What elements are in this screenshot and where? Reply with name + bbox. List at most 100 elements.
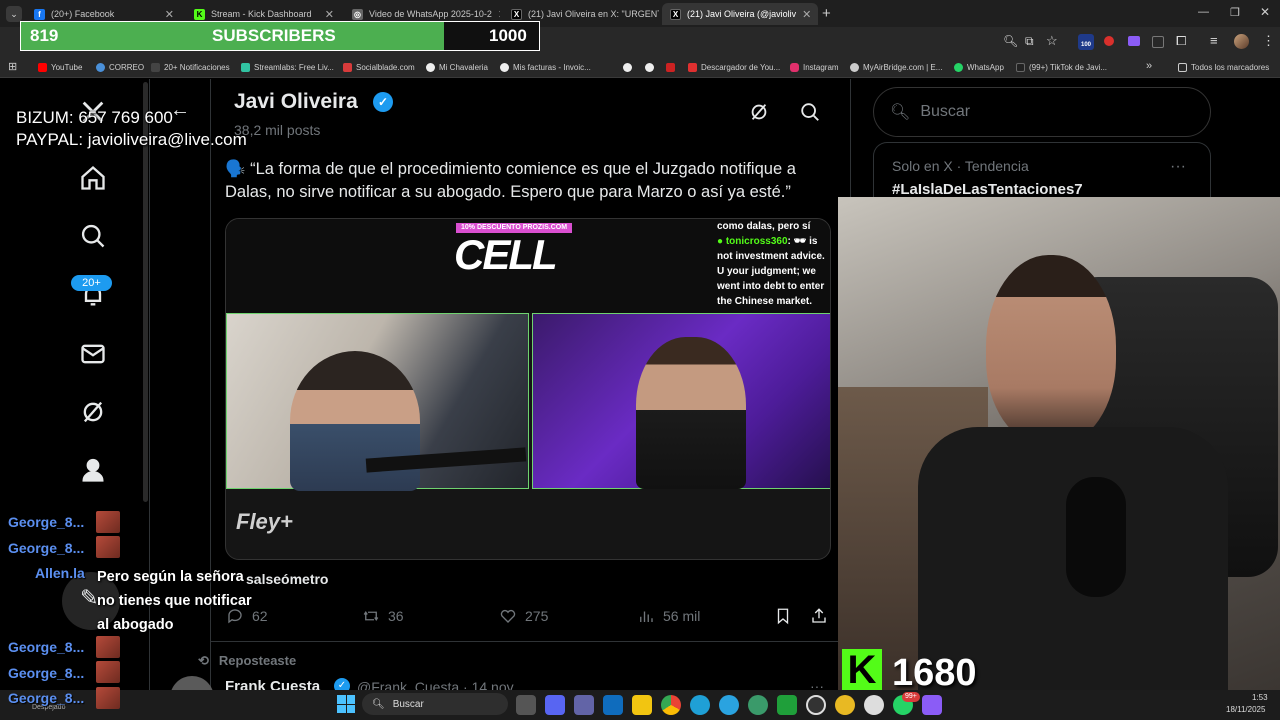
bizum-donation-text: BIZUM: 657 769 600 <box>16 108 173 127</box>
repost-icon <box>363 611 379 621</box>
close-tab-icon[interactable]: ✕ <box>802 8 811 21</box>
trend-meta: Solo en X · Tendencia <box>892 158 1029 174</box>
site-icon <box>645 63 654 72</box>
post-text: 🗣️ “La forma de que el procedimiento com… <box>225 160 796 201</box>
new-tab-button[interactable]: + <box>822 5 831 22</box>
clock-date[interactable]: 18/11/2025 <box>1226 705 1265 714</box>
bookmark-tiktok[interactable]: (99+) TikTok de Javi... <box>1016 60 1107 75</box>
cloud-icon <box>850 63 859 72</box>
bookmark-youtube[interactable]: YouTube <box>38 60 82 75</box>
close-tab-icon[interactable]: ✕ <box>325 8 334 21</box>
outlook-icon[interactable] <box>603 695 623 715</box>
compose-feather-icon: ✎ <box>80 585 99 610</box>
minimize-window-icon[interactable]: — <box>1198 6 1209 18</box>
obs-icon[interactable] <box>806 695 826 715</box>
bookmark-mis-facturas[interactable]: Mis facturas - Invoic... <box>500 60 591 75</box>
all-bookmarks-button[interactable]: Todos los marcadores <box>1178 60 1269 75</box>
edge-icon[interactable] <box>690 695 710 715</box>
person-right <box>636 337 746 489</box>
bookmark-icon <box>777 608 789 625</box>
chat-username: George_8... <box>8 639 85 655</box>
post-divider <box>211 641 838 642</box>
app-icon-2[interactable] <box>864 695 884 715</box>
close-tab-icon[interactable]: ✕ <box>498 8 500 21</box>
trend-more-icon[interactable]: ··· <box>1170 158 1186 176</box>
profile-name[interactable]: Javi Oliveira <box>234 90 358 114</box>
zoom-icon[interactable]: 🔍︎ <box>1003 34 1018 48</box>
bookmark-streamlabs[interactable]: Streamlabs: Free Liv... <box>241 60 334 75</box>
search-profile-icon[interactable] <box>795 97 825 127</box>
camtasia-icon[interactable] <box>777 695 797 715</box>
task-view-icon[interactable] <box>516 695 536 715</box>
paypal-donation-text: PAYPAL: javioliveira@live.com <box>16 130 247 149</box>
browser-menu-icon[interactable]: ⋮ <box>1262 33 1275 49</box>
windows-start-icon[interactable] <box>337 695 355 713</box>
trend-hashtag[interactable]: #LaIslaDeLasTentaciones7 <box>892 181 1083 198</box>
repost-button[interactable]: 36 <box>362 604 404 628</box>
extension-badge-icon[interactable]: 100 <box>1078 34 1094 50</box>
home-icon[interactable] <box>78 163 108 193</box>
clock-time[interactable]: 1:53 <box>1252 693 1268 702</box>
back-arrow-icon[interactable]: ← <box>170 99 190 122</box>
restore-window-icon[interactable]: ❐ <box>1230 6 1240 19</box>
instagram-icon <box>790 63 799 72</box>
file-explorer-icon[interactable] <box>632 695 652 715</box>
more-bookmarks-button[interactable]: » <box>1146 60 1152 72</box>
apps-grid-icon[interactable]: ⊞ <box>8 60 17 73</box>
bookmark-button[interactable] <box>774 604 792 628</box>
bookmark-unnamed-2[interactable] <box>645 60 658 75</box>
fley-logo: Fley+ <box>236 509 293 534</box>
extension-purple-icon[interactable] <box>1128 36 1140 46</box>
bookmark-myairbridge[interactable]: MyAirBridge.com | E... <box>850 60 942 75</box>
grok-icon[interactable] <box>78 397 108 427</box>
screen: { "browser": { "tabs": [ {"label": "(20+… <box>0 0 1280 720</box>
bookmark-instagram[interactable]: Instagram <box>790 60 839 75</box>
chat-username: George_8... <box>8 665 85 681</box>
share-button[interactable] <box>810 604 828 628</box>
download-icon <box>688 63 697 72</box>
extension-grey-icon[interactable] <box>1152 36 1164 48</box>
close-tab-icon[interactable]: ✕ <box>165 8 174 21</box>
post-media-video[interactable]: 10% DESCUENTO PROZIS.COM CELL como dalas… <box>225 218 831 560</box>
tab-label: (20+) Facebook <box>51 9 115 19</box>
snipping-tool-icon[interactable] <box>922 695 942 715</box>
bookmark-mi-chavaleria[interactable]: Mi Chavaleria <box>426 60 488 75</box>
search-input[interactable]: 🔍︎ Buscar <box>873 87 1211 137</box>
messages-mail-icon[interactable] <box>78 339 108 369</box>
taskbar-search[interactable]: 🔍︎ Buscar <box>362 693 508 715</box>
avatar[interactable] <box>1234 34 1249 49</box>
browser-tab-x-profile[interactable]: X (21) Javi Oliveira (@javioliv ✕ <box>662 3 818 25</box>
app-icon[interactable] <box>835 695 855 715</box>
bookmark-notificaciones[interactable]: 20+ Notificaciones <box>151 60 230 75</box>
like-button[interactable]: 275 <box>499 604 548 628</box>
bookmark-star-icon[interactable]: ☆ <box>1046 33 1058 49</box>
site-icon <box>623 63 632 72</box>
chat-user: tonicross360 <box>725 236 788 247</box>
explore-search-icon[interactable] <box>78 221 108 251</box>
chrome-icon[interactable] <box>661 695 681 715</box>
globe-app-icon[interactable] <box>748 695 768 715</box>
install-app-icon[interactable]: ⧉ <box>1025 34 1034 49</box>
facebook-icon: f <box>34 8 45 20</box>
close-window-icon[interactable]: ✕ <box>1260 5 1270 19</box>
bookmark-descargador[interactable]: Descargador de You... <box>688 60 780 75</box>
search-icon: 🔍︎ <box>372 698 385 710</box>
bookmark-whatsapp[interactable]: WhatsApp <box>954 60 1004 75</box>
extensions-puzzle-icon[interactable]: ⧠ <box>1176 33 1186 49</box>
extension-red-icon[interactable] <box>1104 36 1114 46</box>
telegram-icon[interactable] <box>719 695 739 715</box>
profile-person-icon[interactable] <box>78 455 108 485</box>
grok-header-icon[interactable] <box>744 97 774 127</box>
whatsapp-badge: 99+ <box>902 692 920 702</box>
media-control-icon[interactable]: ≡ <box>1210 33 1218 48</box>
bookmark-unnamed-1[interactable] <box>623 60 636 75</box>
bookmark-socialblade[interactable]: Socialblade.com <box>343 60 415 75</box>
search-icon: 🔍︎ <box>890 104 911 121</box>
tab-list-button[interactable]: ⌄ <box>6 6 22 22</box>
streamer-head <box>986 255 1116 445</box>
teams-icon[interactable] <box>574 695 594 715</box>
bookmark-unnamed-3[interactable] <box>666 60 675 75</box>
discord-icon[interactable] <box>545 695 565 715</box>
views-button[interactable]: 56 mil <box>637 604 700 628</box>
bookmark-correo[interactable]: CORREO <box>96 60 144 75</box>
